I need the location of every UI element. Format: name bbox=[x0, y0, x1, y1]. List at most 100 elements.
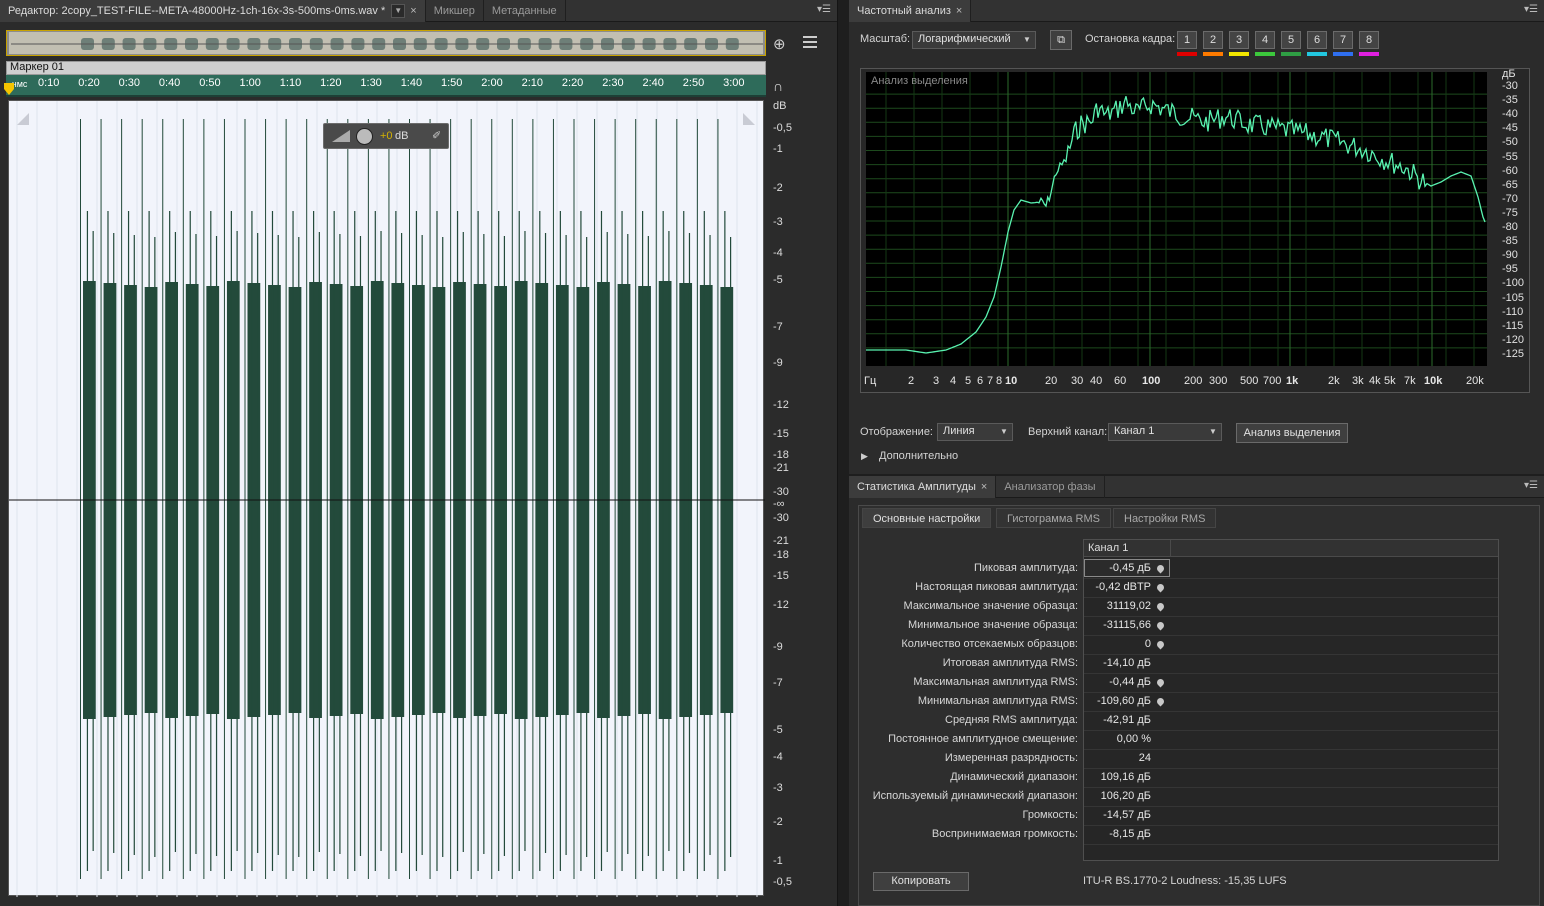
stat-value[interactable]: -0,42 dBTP bbox=[1086, 581, 1151, 593]
x-tick: 30 bbox=[1071, 375, 1084, 387]
stats-tabbar: Статистика Амплитуды × Анализатор фазы ▾… bbox=[849, 475, 1544, 498]
timeline-ruler[interactable]: чмс 0:10 0:20 0:30 0:40 0:50 1:00 1:10 1:20 1:30… bbox=[4, 75, 766, 97]
stat-value[interactable]: -14,57 дБ bbox=[1086, 809, 1151, 821]
stat-value[interactable]: 0 bbox=[1086, 638, 1151, 650]
y-tick: -55 bbox=[1502, 150, 1518, 163]
playhead-icon[interactable] bbox=[2, 81, 18, 97]
hud-value: +0 bbox=[380, 130, 393, 142]
freeze-button-5[interactable]: 5 bbox=[1281, 31, 1301, 49]
db-tick: -30 bbox=[773, 512, 789, 524]
scale-select[interactable]: Логарифмический ▼ bbox=[912, 31, 1036, 49]
stat-value[interactable]: 24 bbox=[1086, 752, 1151, 764]
y-tick: -120 bbox=[1502, 333, 1525, 346]
analyze-selection-button[interactable]: Анализ выделения bbox=[1236, 423, 1348, 443]
column-header: Канал 1 bbox=[1088, 542, 1129, 554]
freeze-button-1[interactable]: 1 bbox=[1177, 31, 1197, 49]
x-tick: 4k bbox=[1369, 375, 1381, 387]
time-tick: 2:20 bbox=[561, 77, 584, 89]
db-tick: -0,5 bbox=[773, 122, 792, 134]
db-tick: -9 bbox=[773, 641, 783, 653]
subtab-rms-settings[interactable]: Настройки RMS bbox=[1113, 508, 1217, 528]
volume-hud[interactable]: +0 dB ✐ bbox=[323, 123, 449, 149]
volume-icon bbox=[332, 130, 350, 142]
stat-value[interactable]: -8,15 дБ bbox=[1086, 828, 1151, 840]
freeze-button-2[interactable]: 2 bbox=[1203, 31, 1223, 49]
x-tick: 500 bbox=[1240, 375, 1259, 387]
x-tick: 1k bbox=[1286, 375, 1299, 387]
time-tick: 2:50 bbox=[682, 77, 705, 89]
stat-value[interactable]: 31119,02 bbox=[1086, 600, 1151, 612]
panel-menu-icon[interactable]: ▾☰ bbox=[1524, 480, 1538, 491]
freeze-button-3[interactable]: 3 bbox=[1229, 31, 1249, 49]
tab-editor[interactable]: Редактор: 2copy_TEST-FILE--META-48000Hz-… bbox=[0, 0, 426, 22]
stat-value[interactable]: 106,20 дБ bbox=[1086, 790, 1151, 802]
freq-tab-label: Частотный анализ bbox=[857, 4, 951, 17]
subtab-rms-histogram[interactable]: Гистограмма RMS bbox=[996, 508, 1112, 528]
tab-frequency[interactable]: Частотный анализ × bbox=[849, 0, 972, 22]
marker-bar[interactable] bbox=[6, 61, 766, 75]
waveform-area[interactable] bbox=[8, 100, 765, 897]
close-icon[interactable]: × bbox=[981, 481, 987, 493]
tab-amplitude-stats[interactable]: Статистика Амплитуды × bbox=[849, 475, 997, 498]
time-tick: 0:50 bbox=[199, 77, 221, 89]
advanced-toggle[interactable]: Дополнительно bbox=[879, 450, 958, 462]
y-tick: -80 bbox=[1502, 221, 1518, 233]
freeze-color-swatch bbox=[1177, 52, 1197, 56]
channel-value: Канал 1 bbox=[1114, 425, 1155, 437]
zoom-icon[interactable]: ⊕ bbox=[773, 35, 791, 53]
y-tick: -110 bbox=[1502, 305, 1524, 318]
chevron-down-icon: ▼ bbox=[1023, 35, 1031, 44]
panel-menu-icon[interactable]: ▾☰ bbox=[817, 4, 831, 15]
stat-value[interactable]: -14,10 дБ bbox=[1086, 657, 1151, 669]
list-icon[interactable] bbox=[802, 35, 820, 53]
x-tick: 60 bbox=[1114, 375, 1127, 387]
channel-select[interactable]: Канал 1 ▼ bbox=[1108, 423, 1222, 441]
subtab-general[interactable]: Основные настройки bbox=[862, 508, 992, 528]
db-tick: -5 bbox=[773, 274, 783, 286]
db-tick: -7 bbox=[773, 677, 783, 689]
freeze-color-swatch bbox=[1229, 52, 1249, 56]
stat-value[interactable]: -42,91 дБ bbox=[1086, 714, 1151, 726]
overview-bar[interactable] bbox=[6, 30, 766, 56]
freeze-button-7[interactable]: 7 bbox=[1333, 31, 1353, 49]
close-icon[interactable]: × bbox=[410, 5, 416, 17]
spectrum-plot[interactable]: Анализ выделения bbox=[866, 72, 1487, 366]
headphones-icon[interactable]: ∩ bbox=[773, 78, 783, 94]
panel-menu-icon[interactable]: ▾☰ bbox=[1524, 4, 1538, 15]
volume-knob[interactable] bbox=[356, 128, 373, 145]
close-icon[interactable]: × bbox=[956, 5, 962, 17]
display-select[interactable]: Линия ▼ bbox=[937, 423, 1013, 441]
freeze-button-6[interactable]: 6 bbox=[1307, 31, 1327, 49]
freeze-color-swatch bbox=[1307, 52, 1327, 56]
tab-phase-analyzer[interactable]: Анализатор фазы bbox=[996, 475, 1105, 498]
stat-value[interactable]: -31115,66 bbox=[1086, 619, 1151, 631]
stat-value[interactable]: -0,44 дБ bbox=[1086, 676, 1151, 688]
stat-label: Минимальное значение образца: bbox=[907, 619, 1078, 631]
row-divider bbox=[1084, 654, 1498, 655]
stat-value[interactable]: 109,16 дБ bbox=[1086, 771, 1151, 783]
x-tick: 3k bbox=[1352, 375, 1364, 387]
expand-icon[interactable]: ▶ bbox=[861, 451, 868, 462]
stat-value[interactable]: 0,00 % bbox=[1086, 733, 1151, 745]
tab-mixer[interactable]: Микшер bbox=[426, 0, 484, 22]
channel-toggle-button[interactable]: ⧉ bbox=[1050, 30, 1072, 50]
chevron-down-icon[interactable]: ▼ bbox=[391, 3, 406, 18]
x-tick: 7k bbox=[1404, 375, 1416, 387]
stat-label: Громкость: bbox=[1022, 809, 1078, 821]
chevron-down-icon: ▼ bbox=[1000, 427, 1008, 436]
row-divider bbox=[1084, 787, 1498, 788]
x-tick: 2k bbox=[1328, 375, 1340, 387]
freeze-button-4[interactable]: 4 bbox=[1255, 31, 1275, 49]
x-tick: 6 bbox=[977, 375, 984, 387]
tab-metadata[interactable]: Метаданные bbox=[484, 0, 566, 22]
stat-value[interactable]: -0,45 дБ bbox=[1086, 562, 1151, 574]
stat-label: Максимальная амплитуда RMS: bbox=[913, 676, 1078, 688]
stat-value[interactable]: -109,60 дБ bbox=[1086, 695, 1151, 707]
db-tick: -3 bbox=[773, 216, 783, 228]
db-tick: -12 bbox=[773, 599, 789, 611]
pin-icon[interactable]: ✐ bbox=[432, 129, 441, 142]
marker-label[interactable]: Маркер 01 bbox=[10, 61, 64, 74]
freeze-button-8[interactable]: 8 bbox=[1359, 31, 1379, 49]
db-tick: -3 bbox=[773, 782, 783, 794]
copy-button[interactable]: Копировать bbox=[873, 872, 969, 891]
